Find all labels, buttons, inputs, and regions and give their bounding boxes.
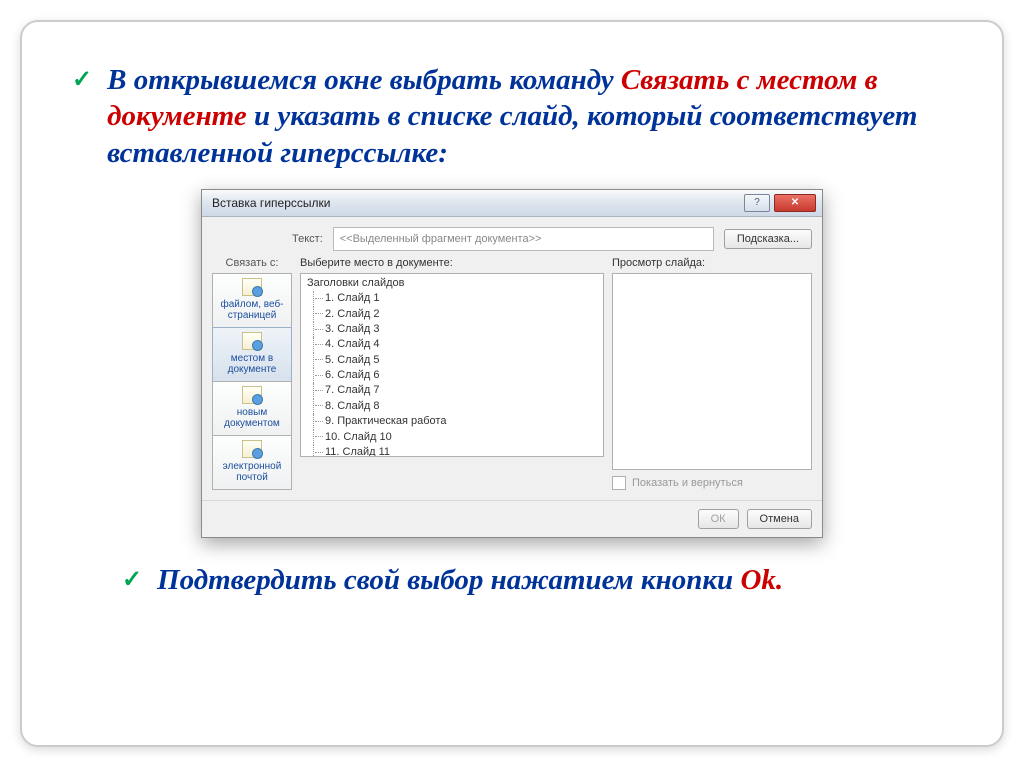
tree-item[interactable]: 8. Слайд 8 — [307, 399, 603, 414]
link-to-sidebar: Связать с: файлом, веб-страницей местом … — [212, 257, 292, 490]
place-in-document-column: Выберите место в документе: Заголовки сл… — [300, 257, 604, 490]
checkmark-icon: ✓ — [122, 562, 142, 598]
tree-item-label: 10. Слайд 10 — [325, 431, 392, 443]
tree-item[interactable]: 3. Слайд 3 — [307, 322, 603, 337]
tree-item[interactable]: 7. Слайд 7 — [307, 383, 603, 398]
text-part-1: В открывшемся окне выбрать команду — [107, 64, 621, 96]
choose-place-label: Выберите место в документе: — [300, 257, 604, 269]
tree-item-label: 5. Слайд 5 — [325, 354, 379, 366]
show-return-label: Показать и вернуться — [632, 477, 743, 489]
text-label: Текст: — [292, 233, 323, 245]
instruction-1: ✓ В открывшемся окне выбрать команду Свя… — [72, 62, 982, 171]
preview-label: Просмотр слайда: — [612, 257, 812, 269]
tree-item[interactable]: 4. Слайд 4 — [307, 337, 603, 352]
tree-item[interactable]: 1. Слайд 1 — [307, 291, 603, 306]
tree-item-label: 7. Слайд 7 — [325, 384, 379, 396]
slides-tree[interactable]: Заголовки слайдов 1. Слайд 1 2. Слайд 2 3.… — [300, 273, 604, 457]
instruction-2: ✓ Подтвердить свой выбор нажатием кнопки… — [122, 562, 982, 598]
page-bookmark-icon — [242, 332, 262, 350]
instruction-2-text: Подтвердить свой выбор нажатием кнопки O… — [157, 562, 783, 598]
dialog-title: Вставка гиперссылки — [212, 196, 330, 210]
tree-item[interactable]: 2. Слайд 2 — [307, 307, 603, 322]
show-and-return-row: Показать и вернуться — [612, 476, 812, 490]
tree-item-label: 6. Слайд 6 — [325, 369, 379, 381]
insert-hyperlink-dialog: Вставка гиперссылки ? ✕ . Текст: <<Выдел… — [201, 189, 823, 538]
cancel-button[interactable]: Отмена — [747, 509, 812, 529]
sidebar-item-label: местом в документе — [228, 353, 277, 376]
slide-preview — [612, 273, 812, 470]
tree-item[interactable]: 6. Слайд 6 — [307, 368, 603, 383]
display-text-input[interactable]: <<Выделенный фрагмент документа>> — [333, 227, 714, 251]
tree-root-label[interactable]: Заголовки слайдов 1. Слайд 1 2. Слайд 2 3.… — [301, 276, 603, 457]
help-button[interactable]: ? — [744, 194, 770, 212]
sidebar-item-label: новым документом — [224, 407, 280, 430]
screentip-button[interactable]: Подсказка... — [724, 229, 812, 249]
sidebar-item-label: электронной почтой — [223, 461, 282, 484]
tree-item[interactable]: 10. Слайд 10 — [307, 430, 603, 445]
page-globe-icon — [242, 278, 262, 296]
instruction-1-text: В открывшемся окне выбрать команду Связа… — [107, 62, 982, 171]
tree-item-label: 4. Слайд 4 — [325, 338, 379, 350]
tree-root-text: Заголовки слайдов — [307, 277, 405, 289]
tree-item-label: 11. Слайд 11 — [325, 446, 390, 457]
show-return-checkbox[interactable] — [612, 476, 626, 490]
ok-button[interactable]: ОК — [698, 509, 739, 529]
slide-card: ✓ В открывшемся окне выбрать команду Свя… — [20, 20, 1004, 747]
sidebar-item-label: файлом, веб-страницей — [220, 299, 283, 322]
dialog-main-row: Связать с: файлом, веб-страницей местом … — [212, 257, 812, 490]
tree-item-label: 1. Слайд 1 — [325, 292, 379, 304]
sidebar-item-email[interactable]: электронной почтой — [212, 435, 292, 490]
tree-item[interactable]: 11. Слайд 11 — [307, 445, 603, 457]
text-highlight-2: Ok. — [740, 564, 783, 596]
tree-item-label: 8. Слайд 8 — [325, 400, 379, 412]
tree-item[interactable]: 9. Практическая работа — [307, 414, 603, 429]
link-with-label: Связать с: — [212, 257, 292, 269]
tree-item-label: 2. Слайд 2 — [325, 308, 379, 320]
sidebar-item-new-doc[interactable]: новым документом — [212, 381, 292, 436]
sidebar-item-place-in-doc[interactable]: местом в документе — [212, 327, 292, 382]
text-part-3: Подтвердить свой выбор нажатием кнопки — [157, 564, 740, 596]
checkmark-icon: ✓ — [72, 62, 92, 98]
window-controls: ? ✕ — [744, 194, 816, 212]
page-mail-icon — [242, 440, 262, 458]
page-new-icon — [242, 386, 262, 404]
preview-column: Просмотр слайда: Показать и вернуться — [612, 257, 812, 490]
text-row: . Текст: <<Выделенный фрагмент документа… — [212, 227, 812, 251]
sidebar-item-file-webpage[interactable]: файлом, веб-страницей — [212, 273, 292, 328]
dialog-titlebar[interactable]: Вставка гиперссылки ? ✕ — [202, 190, 822, 217]
dialog-footer: ОК Отмена — [202, 500, 822, 537]
tree-item-label: 9. Практическая работа — [325, 415, 446, 427]
close-button[interactable]: ✕ — [774, 194, 816, 212]
dialog-body: . Текст: <<Выделенный фрагмент документа… — [202, 217, 822, 500]
tree-item-label: 3. Слайд 3 — [325, 323, 379, 335]
tree-item[interactable]: 5. Слайд 5 — [307, 353, 603, 368]
